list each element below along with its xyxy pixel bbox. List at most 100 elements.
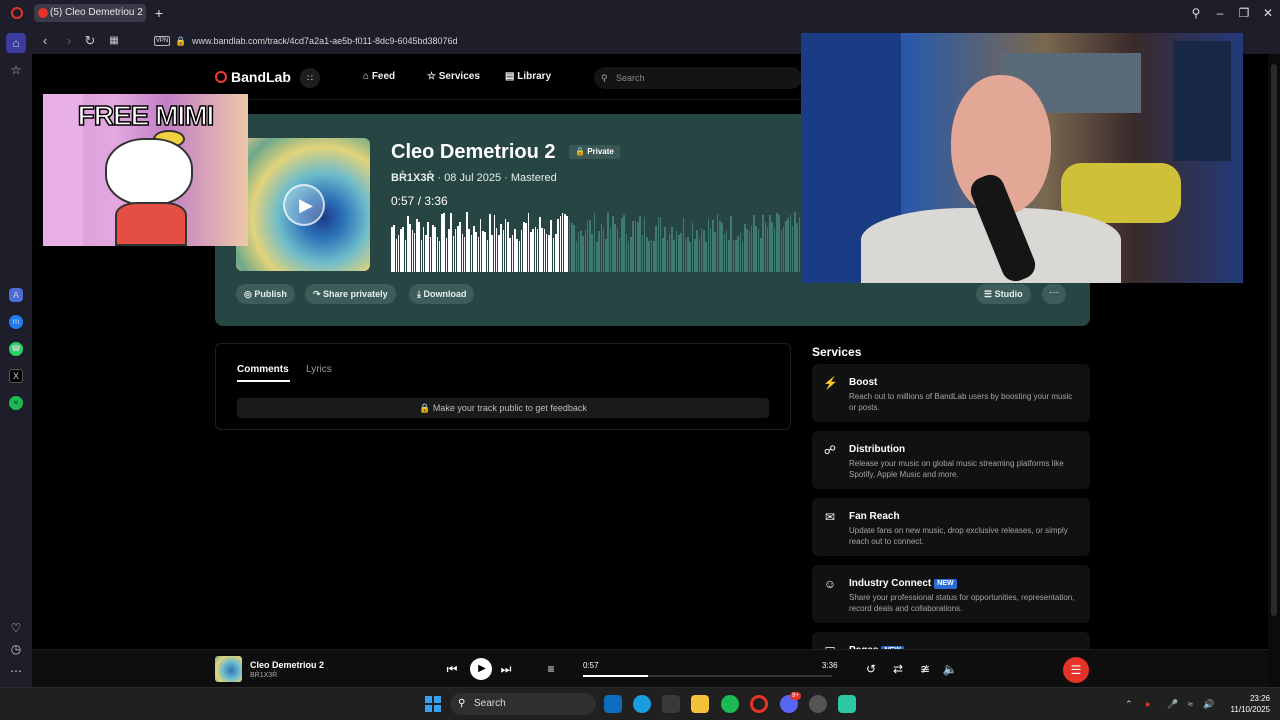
player-menu-button[interactable]: ☰ bbox=[1063, 657, 1089, 683]
aria-icon[interactable]: A bbox=[9, 288, 23, 302]
tab-lyrics[interactable]: Lyrics bbox=[306, 363, 332, 377]
service-card-boost[interactable]: ⚡ Boost Reach out to millions of BandLab… bbox=[812, 364, 1090, 422]
service-title: Industry Connect NEW bbox=[849, 577, 957, 591]
microphone-icon[interactable]: 🎤 bbox=[1167, 698, 1178, 710]
search-tabs-icon[interactable]: ⚲ bbox=[1184, 4, 1208, 22]
minimize-button[interactable]: – bbox=[1208, 4, 1232, 22]
autoplay-icon[interactable]: ≇ bbox=[915, 659, 935, 679]
browser-sidebar: ⌂ ☆ A m ☎ X ≈ ♡ ◷ ⋯ bbox=[0, 27, 32, 687]
feedback-notice: 🔒 Make your track public to get feedback bbox=[237, 398, 769, 418]
queue-icon[interactable]: ≡ bbox=[541, 659, 561, 679]
x-twitter-icon[interactable]: X bbox=[9, 369, 23, 383]
volume-icon[interactable]: 🔈 bbox=[940, 659, 960, 679]
url-field[interactable]: www.bandlab.com/track/4cd7a2a1-ae5b-f011… bbox=[192, 34, 458, 48]
tray-chevron-icon[interactable]: ⌃ bbox=[1125, 698, 1133, 710]
studio-button[interactable]: ☰ Studio bbox=[976, 284, 1031, 304]
back-button[interactable]: ‹ bbox=[35, 31, 55, 51]
more-options-icon[interactable]: ⋯ bbox=[6, 661, 26, 681]
service-desc: Reach out to millions of BandLab users b… bbox=[849, 392, 1073, 412]
new-badge: NEW bbox=[934, 579, 957, 589]
nav-library[interactable]: ▤ Library bbox=[505, 70, 551, 84]
progress-fill bbox=[583, 675, 648, 677]
kitty-head bbox=[105, 138, 193, 206]
waveform[interactable] bbox=[391, 212, 801, 272]
outlook-icon[interactable] bbox=[604, 695, 622, 713]
spotify-taskbar-icon[interactable] bbox=[721, 695, 739, 713]
heart-icon[interactable]: ♡ bbox=[6, 618, 26, 638]
next-track-icon[interactable]: ⏭ bbox=[496, 659, 516, 679]
opera-logo-icon[interactable] bbox=[11, 7, 23, 19]
track-cover-art[interactable]: ▶ bbox=[236, 138, 370, 271]
service-desc: Release your music on global music strea… bbox=[849, 459, 1064, 479]
service-card-industry-connect[interactable]: ☺ Industry Connect NEW Share your profess… bbox=[812, 565, 1090, 623]
cover-play-button[interactable]: ▶ bbox=[283, 184, 325, 226]
play-button[interactable]: ▶ bbox=[470, 658, 492, 680]
download-label: Download bbox=[423, 289, 467, 299]
windows-start-icon[interactable] bbox=[425, 696, 441, 712]
repeat-icon[interactable]: ↺ bbox=[861, 659, 881, 679]
player-thumbnail[interactable] bbox=[215, 656, 242, 682]
wifi-icon[interactable]: ≈ bbox=[1188, 698, 1193, 710]
download-button[interactable]: ⤓ Download bbox=[409, 284, 475, 304]
speaker-icon[interactable]: 🔊 bbox=[1203, 698, 1214, 710]
vpn-badge[interactable]: VPN bbox=[154, 36, 170, 46]
service-title-text: Industry Connect bbox=[849, 578, 932, 589]
service-desc: Share your professional status for oppor… bbox=[849, 593, 1075, 613]
shuffle-icon[interactable]: ⇄ bbox=[888, 659, 908, 679]
nav-feed[interactable]: ⌂ Feed bbox=[363, 70, 395, 84]
previous-track-icon[interactable]: ⏮ bbox=[442, 659, 462, 679]
discord-badge: 9+ bbox=[790, 692, 801, 700]
tab-comments[interactable]: Comments bbox=[237, 363, 289, 377]
apps-grid-icon[interactable]: ∷ bbox=[300, 68, 320, 88]
search-icon: ⚲ bbox=[458, 698, 466, 709]
app-icon[interactable] bbox=[809, 695, 827, 713]
player-artist[interactable]: BR̊1X3R̊ bbox=[250, 671, 277, 681]
history-clock-icon[interactable]: ◷ bbox=[6, 639, 26, 659]
file-explorer-icon[interactable] bbox=[691, 695, 709, 713]
new-tab-button[interactable]: + bbox=[150, 4, 168, 22]
track-title: Cleo Demetriou 2 bbox=[391, 141, 556, 163]
service-card-fan-reach[interactable]: ✉ Fan Reach Update fans on new music, dr… bbox=[812, 498, 1090, 556]
bandlab-logo[interactable]: BandLab bbox=[215, 68, 291, 86]
app-icon[interactable] bbox=[838, 695, 856, 713]
spotify-icon[interactable]: ≈ bbox=[9, 396, 23, 410]
page-scrollbar[interactable] bbox=[1268, 54, 1280, 687]
home-icon[interactable]: ⌂ bbox=[6, 33, 26, 53]
track-artist-link[interactable]: BR̊1X3R̊ bbox=[391, 172, 434, 184]
search-input[interactable]: ⚲ Search bbox=[594, 67, 802, 89]
service-title: Fan Reach bbox=[849, 510, 900, 524]
close-window-button[interactable]: ✕ bbox=[1256, 4, 1280, 22]
messenger-icon[interactable]: m bbox=[9, 315, 23, 329]
share-privately-button[interactable]: ↷ Share privately bbox=[305, 284, 396, 304]
bookmarks-star-icon[interactable]: ☆ bbox=[6, 60, 26, 80]
kitty-dress bbox=[115, 202, 187, 246]
store-icon[interactable] bbox=[662, 695, 680, 713]
bandlab-favicon-icon bbox=[38, 8, 48, 18]
search-placeholder: Search bbox=[616, 73, 645, 83]
forward-button[interactable]: › bbox=[59, 31, 79, 51]
reload-button[interactable]: ↻ bbox=[80, 31, 100, 51]
tab-title: (5) Cleo Demetriou 2 by B bbox=[50, 7, 146, 18]
services-heading: Services bbox=[812, 345, 862, 359]
tray-app-icon[interactable]: ● bbox=[1145, 698, 1150, 710]
share-privately-label: Share privately bbox=[323, 289, 388, 299]
edge-icon[interactable] bbox=[633, 695, 651, 713]
whatsapp-icon[interactable]: ☎ bbox=[9, 342, 23, 356]
nav-services[interactable]: ☆ Services bbox=[427, 70, 480, 84]
track-status: Mastered bbox=[510, 172, 557, 184]
progress-bar[interactable] bbox=[583, 675, 832, 677]
clock[interactable]: 23:26 11/10/2025 bbox=[1220, 693, 1270, 715]
bandlab-mark-icon bbox=[215, 71, 227, 83]
service-title-text: Fan Reach bbox=[849, 511, 900, 522]
taskbar-search[interactable]: ⚲ Search bbox=[450, 693, 596, 715]
maximize-button[interactable]: ❐ bbox=[1232, 4, 1256, 22]
opera-taskbar-icon[interactable] bbox=[750, 695, 768, 713]
player-title[interactable]: Cleo Demetriou 2 bbox=[250, 659, 324, 671]
publish-button[interactable]: ◎ Publish bbox=[236, 284, 295, 304]
more-actions-button[interactable]: ··· bbox=[1042, 284, 1066, 304]
service-card-distribution[interactable]: ☍ Distribution Release your music on glo… bbox=[812, 431, 1090, 489]
easy-setup-icon[interactable]: ▦ bbox=[104, 31, 124, 51]
scrollbar-thumb[interactable] bbox=[1271, 64, 1277, 616]
taskbar-search-label: Search bbox=[474, 698, 506, 709]
browser-tab[interactable]: (5) Cleo Demetriou 2 by B bbox=[34, 4, 146, 22]
